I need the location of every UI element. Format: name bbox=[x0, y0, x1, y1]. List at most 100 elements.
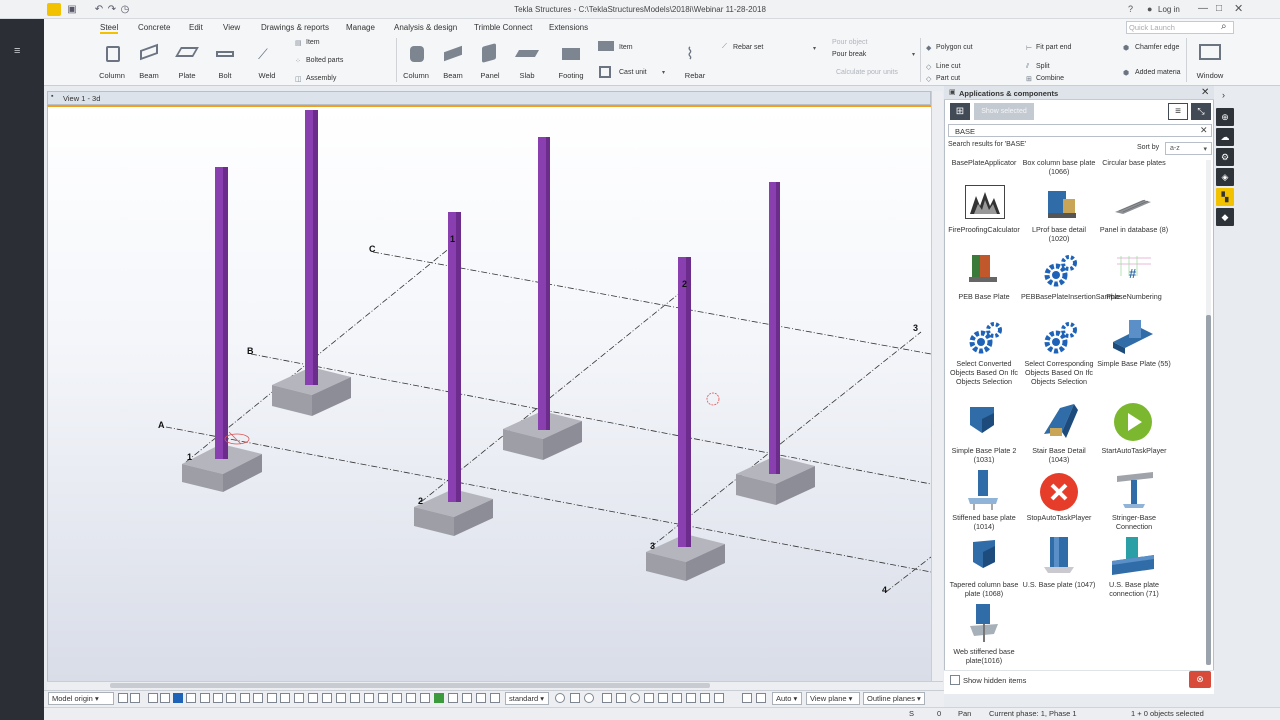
rebar-set-button[interactable]: Rebar set bbox=[733, 44, 763, 51]
stop-icon[interactable] bbox=[1040, 473, 1078, 511]
component-label[interactable]: U.S. Base plate connection (71) bbox=[1096, 580, 1172, 598]
model-view-3d[interactable]: A B C 1 2 3 4 1 2 3 bbox=[47, 105, 931, 681]
component-label[interactable]: Tapered column base plate (1068) bbox=[946, 580, 1022, 598]
chamfer-edge-button[interactable]: Chamfer edge bbox=[1135, 44, 1179, 51]
minimize-button[interactable]: — bbox=[1198, 3, 1208, 14]
simple-plate2-icon[interactable] bbox=[968, 405, 998, 437]
properties-icon[interactable]: ⊕ bbox=[1216, 108, 1234, 126]
steel-column-icon[interactable] bbox=[106, 46, 120, 62]
outline-planes-select[interactable]: Outline planes ▾ bbox=[863, 692, 925, 705]
auto-select[interactable]: Auto ▾ bbox=[772, 692, 802, 705]
circle-icon[interactable] bbox=[630, 693, 640, 703]
quick-launch-input[interactable]: Quick Launch bbox=[1129, 23, 1175, 32]
snap-reference-icon[interactable] bbox=[420, 693, 430, 703]
tag-icon[interactable]: ◆ bbox=[1216, 208, 1234, 226]
sort-select[interactable]: a-z ▾ bbox=[1165, 142, 1212, 155]
window-icon[interactable] bbox=[1199, 44, 1221, 60]
steel-item-button[interactable]: Item bbox=[306, 39, 320, 46]
snap-intersection-icon[interactable] bbox=[350, 693, 360, 703]
gear-icon[interactable] bbox=[1042, 320, 1078, 356]
view-vertical-scrollbar[interactable] bbox=[931, 91, 943, 681]
search-input[interactable]: BASE bbox=[948, 124, 1212, 137]
snap-nearest-icon[interactable] bbox=[392, 693, 402, 703]
slab-label[interactable]: Slab bbox=[505, 71, 549, 80]
component-label[interactable]: Simple Base Plate (55) bbox=[1096, 359, 1172, 368]
tapered-icon[interactable] bbox=[969, 538, 999, 570]
snap-perpendicular-icon[interactable] bbox=[364, 693, 374, 703]
slab-icon[interactable] bbox=[514, 50, 540, 57]
cast-unit-button[interactable]: Cast unit bbox=[619, 69, 647, 76]
arc-icon[interactable] bbox=[672, 693, 682, 703]
stop-search-icon[interactable]: ⊗ bbox=[1189, 671, 1211, 688]
assembly-button[interactable]: Assembly bbox=[306, 75, 336, 82]
simple-plate-icon[interactable] bbox=[1111, 318, 1155, 356]
select-parts-icon[interactable] bbox=[160, 693, 170, 703]
select-all-icon[interactable] bbox=[148, 693, 158, 703]
concrete-column-icon[interactable] bbox=[410, 46, 424, 62]
component-label[interactable]: LProf base detail (1020) bbox=[1021, 225, 1097, 243]
select-points-icon[interactable] bbox=[186, 693, 196, 703]
tab-edit[interactable]: Edit bbox=[189, 23, 203, 32]
polyline-icon[interactable] bbox=[700, 693, 710, 703]
component-label[interactable]: FireProofingCalculator bbox=[946, 225, 1022, 234]
snap-geometry-icon[interactable] bbox=[434, 693, 444, 703]
component-item[interactable]: Box column base plate (1066) bbox=[1021, 158, 1097, 176]
component-label[interactable]: Web stiffened base plate(1016) bbox=[946, 647, 1022, 665]
tab-manage[interactable]: Manage bbox=[346, 23, 375, 32]
component-item[interactable]: BasePlateApplicator bbox=[946, 158, 1022, 167]
panel-icon-db[interactable] bbox=[1113, 194, 1153, 216]
search-icon[interactable]: ⌕ bbox=[1221, 21, 1227, 32]
user-icon[interactable]: ● bbox=[1147, 4, 1152, 14]
view-icon[interactable] bbox=[584, 693, 594, 703]
status-phase[interactable]: Current phase: 1, Phase 1 bbox=[989, 709, 1077, 718]
horizontal-scroll-thumb[interactable] bbox=[110, 683, 710, 688]
us-plate-icon[interactable] bbox=[1042, 535, 1076, 577]
expand-chevron-icon[interactable]: › bbox=[1222, 90, 1225, 100]
concrete-item-button[interactable]: Item bbox=[619, 44, 633, 51]
footing-icon[interactable] bbox=[562, 48, 580, 60]
login-link[interactable]: Log in bbox=[1158, 5, 1180, 14]
component-label[interactable]: PEB Base Plate bbox=[946, 292, 1022, 301]
select-cuts-icon[interactable] bbox=[280, 693, 290, 703]
select-surface-icon[interactable] bbox=[173, 693, 183, 703]
close-button[interactable]: ✕ bbox=[1234, 2, 1243, 15]
model-origin-select[interactable]: Model origin ▾ bbox=[48, 692, 114, 705]
measure-icon[interactable] bbox=[555, 693, 565, 703]
window-label[interactable]: Window bbox=[1188, 71, 1232, 80]
view-plane-select[interactable]: View plane ▾ bbox=[806, 692, 860, 705]
play-icon[interactable] bbox=[1114, 403, 1152, 441]
tab-concrete[interactable]: Concrete bbox=[138, 23, 170, 32]
bolt-icon[interactable] bbox=[216, 51, 234, 57]
plane-icon[interactable] bbox=[714, 693, 724, 703]
triangle-icon[interactable] bbox=[658, 693, 668, 703]
component-label[interactable]: Stiffened base plate (1014) bbox=[946, 513, 1022, 531]
cube-icon[interactable]: ◈ bbox=[1216, 168, 1234, 186]
list-menu-icon[interactable]: ≡ bbox=[1168, 103, 1188, 120]
polygon-cut-button[interactable]: Polygon cut bbox=[936, 44, 973, 51]
show-hidden-checkbox[interactable] bbox=[950, 675, 960, 685]
select-filter-icon[interactable] bbox=[322, 693, 332, 703]
grid-view-icon[interactable]: ⊞ bbox=[950, 103, 970, 120]
component-label[interactable]: Stair Base Detail (1043) bbox=[1021, 446, 1097, 464]
line-cut-button[interactable]: Line cut bbox=[936, 63, 961, 70]
clip-plane-icon[interactable] bbox=[756, 693, 766, 703]
component-label[interactable]: Select Converted Objects Based On Ifc Ob… bbox=[946, 359, 1022, 386]
added-material-button[interactable]: Added materia bbox=[1135, 69, 1183, 76]
component-label[interactable]: Select Corresponding Objects Based On If… bbox=[1021, 359, 1097, 386]
settings-icon[interactable]: ⚙ bbox=[1216, 148, 1234, 166]
component-label[interactable]: PEBBasePlateInsertionSample bbox=[1021, 292, 1120, 301]
view-title[interactable]: View 1 - 3d bbox=[63, 94, 100, 103]
bolted-parts-button[interactable]: Bolted parts bbox=[306, 57, 343, 64]
line-icon[interactable] bbox=[686, 693, 696, 703]
clear-search-icon[interactable]: ✕ bbox=[1200, 125, 1208, 136]
panel-scroll-thumb[interactable] bbox=[1206, 315, 1211, 665]
snap-end-icon[interactable] bbox=[130, 693, 140, 703]
component-item[interactable]: Circular base plates bbox=[1096, 158, 1172, 167]
web-stiffened-icon[interactable] bbox=[966, 602, 1002, 644]
lprof-icon[interactable] bbox=[1045, 187, 1079, 221]
maximize-button[interactable]: □ bbox=[1216, 3, 1222, 14]
menu-icon[interactable]: ≡ bbox=[14, 45, 20, 57]
fit-part-end-button[interactable]: Fit part end bbox=[1036, 44, 1071, 51]
weld-icon[interactable]: ⟋ bbox=[258, 46, 268, 63]
us-connection-icon[interactable] bbox=[1110, 535, 1156, 577]
